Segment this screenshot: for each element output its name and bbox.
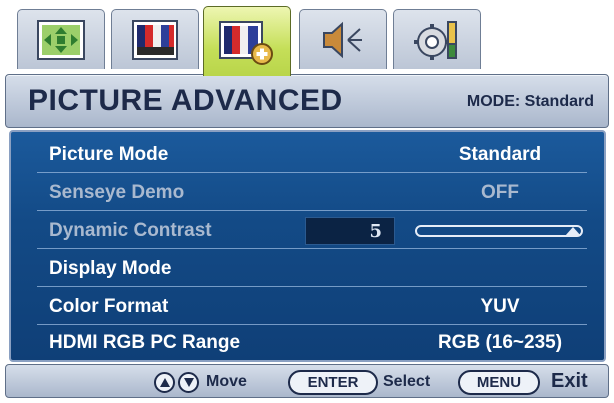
menu-item-color-format[interactable]: Color Format YUV xyxy=(37,288,587,325)
menu-item-label: Display Mode xyxy=(49,258,172,279)
mode-indicator: MODE: Standard xyxy=(466,93,594,110)
menu-item-label: HDMI RGB PC Range xyxy=(49,332,241,353)
triangle-up-icon xyxy=(159,378,170,387)
menu-panel: Picture Mode Standard Senseye Demo OFF D… xyxy=(9,130,606,362)
down-button[interactable] xyxy=(178,372,199,393)
slider-knob[interactable] xyxy=(565,227,581,236)
menu-button[interactable]: MENU xyxy=(458,370,540,395)
tab-display[interactable] xyxy=(17,9,105,69)
dynamic-contrast-slider[interactable] xyxy=(415,225,583,237)
menu-item-value: YUV xyxy=(480,296,520,317)
menu-item-label: Dynamic Contrast xyxy=(49,220,212,241)
dynamic-contrast-value: 5 xyxy=(369,221,382,242)
menu-item-display-mode[interactable]: Display Mode xyxy=(37,250,587,287)
menu-item-dynamic-contrast[interactable]: Dynamic Contrast 5 xyxy=(37,212,587,249)
exit-hint: Exit xyxy=(551,370,588,392)
color-bars-icon xyxy=(132,19,178,60)
menu-item-value: RGB (16~235) xyxy=(437,332,563,353)
value-display-box: 5 xyxy=(305,217,395,245)
menu-item-senseye-demo[interactable]: Senseye Demo OFF xyxy=(37,174,587,211)
row-divider xyxy=(37,210,587,211)
menu-item-value: OFF xyxy=(481,182,519,203)
row-divider xyxy=(37,172,587,173)
tab-audio[interactable] xyxy=(299,9,387,69)
tab-system[interactable] xyxy=(393,9,481,69)
page-title: PICTURE ADVANCED xyxy=(28,84,343,117)
menu-item-value: Standard xyxy=(458,144,542,165)
display-arrows-icon xyxy=(37,19,85,60)
menu-item-label: Color Format xyxy=(49,296,169,317)
gear-screwdriver-icon xyxy=(414,20,457,60)
speaker-icon xyxy=(323,21,362,58)
menu-item-picture-mode[interactable]: Picture Mode Standard xyxy=(37,136,587,173)
footer-bar: Move ENTER Select MENU Exit xyxy=(5,364,609,398)
triangle-down-icon xyxy=(183,378,194,387)
row-divider xyxy=(37,286,587,287)
osd-menu: PICTURE ADVANCED MODE: Standard Picture … xyxy=(3,4,611,400)
enter-button[interactable]: ENTER xyxy=(288,370,378,395)
select-hint: Select xyxy=(383,373,431,390)
menu-item-hdmi-rgb-pc-range[interactable]: HDMI RGB PC Range RGB (16~235) xyxy=(37,324,587,361)
title-bar: PICTURE ADVANCED MODE: Standard xyxy=(5,74,609,128)
tab-picture[interactable] xyxy=(111,9,199,69)
menu-item-label: Picture Mode xyxy=(49,144,169,165)
color-bars-plus-icon xyxy=(219,20,273,65)
row-divider xyxy=(37,248,587,249)
menu-item-label: Senseye Demo xyxy=(49,182,185,203)
up-button[interactable] xyxy=(154,372,175,393)
tab-picture-advanced[interactable] xyxy=(203,6,291,76)
move-hint: Move xyxy=(206,373,247,390)
